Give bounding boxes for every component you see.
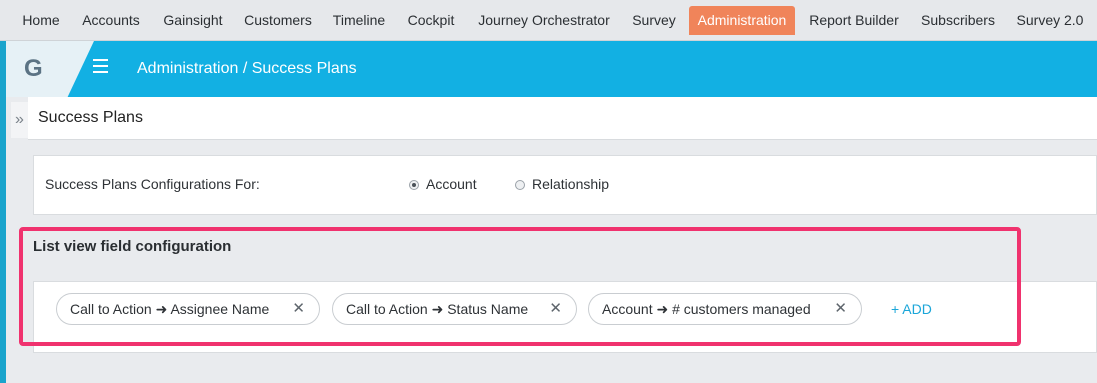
field-chip-assignee-name[interactable]: Call to Action ➜ Assignee Name ✕ bbox=[56, 293, 320, 325]
radio-relationship[interactable]: Relationship bbox=[515, 176, 609, 192]
tab-report-builder[interactable]: Report Builder bbox=[799, 6, 909, 35]
breadcrumb: Administration / Success Plans bbox=[137, 60, 357, 77]
gainsight-logo-icon: G bbox=[24, 55, 43, 82]
field-chip-customers-managed[interactable]: Account ➜ # customers managed ✕ bbox=[588, 293, 862, 325]
tab-accounts[interactable]: Accounts bbox=[72, 6, 150, 35]
tab-journey-orchestrator[interactable]: Journey Orchestrator bbox=[467, 6, 621, 35]
list-view-fields-card: Call to Action ➜ Assignee Name ✕ Call to… bbox=[33, 281, 1097, 353]
remove-field-icon[interactable]: ✕ bbox=[549, 294, 562, 324]
tab-subscribers[interactable]: Subscribers bbox=[912, 6, 1004, 35]
tab-survey[interactable]: Survey bbox=[623, 6, 685, 35]
tab-home[interactable]: Home bbox=[14, 6, 68, 35]
config-label: Success Plans Configurations For: bbox=[45, 176, 260, 192]
remove-field-icon[interactable]: ✕ bbox=[292, 294, 305, 324]
field-chip-label: Account ➜ # customers managed bbox=[602, 301, 811, 317]
tab-customers[interactable]: Customers bbox=[235, 6, 321, 35]
radio-unselected-icon bbox=[515, 180, 525, 190]
section-title: List view field configuration bbox=[33, 238, 232, 255]
field-chip-label: Call to Action ➜ Assignee Name bbox=[70, 301, 270, 317]
top-nav-bar: Home Accounts Gainsight Customers Timeli… bbox=[0, 0, 1097, 41]
radio-account-label: Account bbox=[426, 176, 477, 192]
tab-gainsight[interactable]: Gainsight bbox=[153, 6, 233, 35]
radio-account[interactable]: Account bbox=[409, 176, 477, 192]
remove-field-icon[interactable]: ✕ bbox=[834, 294, 847, 324]
tab-timeline[interactable]: Timeline bbox=[323, 6, 395, 35]
app-header: G Administration / Success Plans bbox=[6, 41, 1097, 97]
logo[interactable]: G bbox=[6, 41, 94, 97]
field-chip-label: Call to Action ➜ Status Name bbox=[346, 301, 529, 317]
configuration-card: Success Plans Configurations For: Accoun… bbox=[33, 155, 1097, 215]
tab-administration[interactable]: Administration bbox=[689, 6, 795, 35]
radio-selected-icon bbox=[409, 180, 419, 190]
hamburger-menu-icon[interactable] bbox=[93, 56, 109, 74]
radio-relationship-label: Relationship bbox=[532, 176, 610, 192]
page-title: Success Plans bbox=[38, 109, 143, 126]
add-field-button[interactable]: + ADD bbox=[891, 301, 932, 317]
tab-survey-2[interactable]: Survey 2.0 bbox=[1008, 6, 1092, 35]
expand-sidebar-icon[interactable]: » bbox=[11, 102, 28, 138]
field-chip-status-name[interactable]: Call to Action ➜ Status Name ✕ bbox=[332, 293, 577, 325]
page-title-bar: Success Plans bbox=[28, 97, 1097, 140]
tab-cockpit[interactable]: Cockpit bbox=[398, 6, 464, 35]
